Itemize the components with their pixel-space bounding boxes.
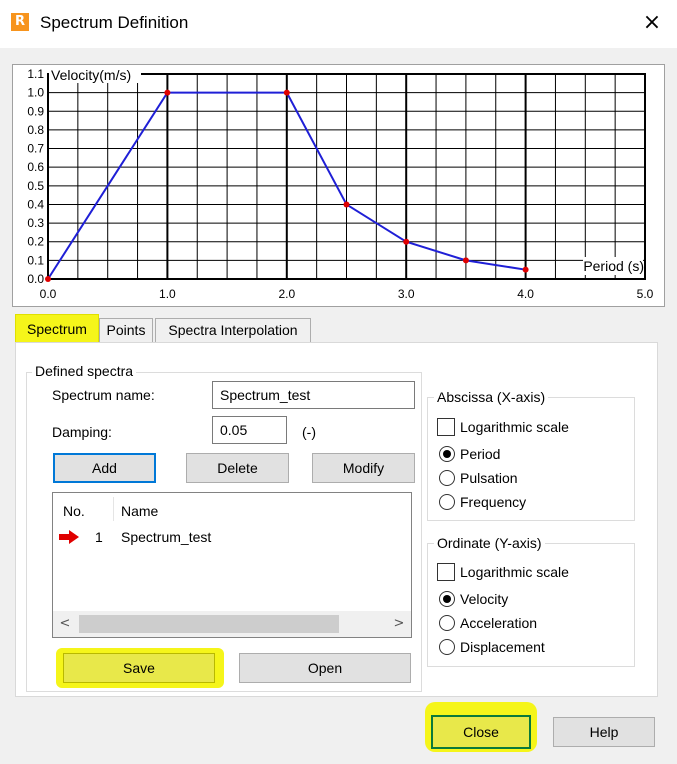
spectrum-chart: 0.0 0.1 0.2 0.3 0.4 0.5 0.6 0.7 0.8 0.9 1.0 1.1 0.0 1…: [12, 64, 665, 307]
app-logo-icon: R: [11, 13, 29, 31]
y-tick-label: 0.1: [27, 253, 44, 267]
data-point: [343, 201, 350, 208]
radio-velocity[interactable]: [439, 591, 455, 607]
abscissa-log-label: Logarithmic scale: [460, 419, 569, 435]
tab-points[interactable]: Points: [99, 318, 153, 342]
table-row[interactable]: 1 Spectrum_test: [53, 525, 411, 549]
delete-button[interactable]: Delete: [186, 453, 289, 483]
abscissa-group: [427, 397, 635, 521]
close-window-icon[interactable]: ×: [640, 9, 664, 37]
open-button[interactable]: Open: [239, 653, 411, 683]
radio-pulsation-label: Pulsation: [460, 470, 518, 486]
data-point: [45, 276, 51, 282]
y-axis-label: Velocity(m/s): [51, 67, 131, 83]
radio-frequency[interactable]: [439, 494, 455, 510]
column-header-no[interactable]: No.: [63, 503, 85, 519]
abscissa-log-checkbox[interactable]: [437, 418, 455, 436]
x-tick-label: 2.0: [278, 287, 295, 301]
row-number: 1: [95, 529, 103, 545]
x-tick-label: 3.0: [398, 287, 415, 301]
data-point: [403, 238, 410, 245]
radio-pulsation[interactable]: [439, 470, 455, 486]
x-tick-label: 1.0: [159, 287, 176, 301]
radio-period-label: Period: [460, 446, 501, 462]
y-tick-label: 0.6: [27, 160, 44, 174]
data-point: [283, 89, 290, 96]
x-tick-label: 5.0: [637, 287, 654, 301]
y-tick-label: 0.4: [27, 197, 44, 211]
y-tick-label: 0.5: [27, 179, 44, 193]
save-button[interactable]: Save: [63, 653, 215, 683]
radio-frequency-label: Frequency: [460, 494, 527, 510]
damping-unit: (-): [302, 424, 316, 440]
y-tick-label: 1.1: [27, 67, 44, 81]
spectrum-name-label: Spectrum name:: [52, 387, 155, 403]
chart-canvas: 0.0 0.1 0.2 0.3 0.4 0.5 0.6 0.7 0.8 0.9 1.0 1.1 0.0 1…: [27, 67, 654, 301]
horizontal-scrollbar[interactable]: < >: [53, 611, 411, 637]
add-button[interactable]: Add: [53, 453, 156, 483]
ordinate-log-label: Logarithmic scale: [460, 564, 569, 580]
y-tick-label: 1.0: [27, 86, 44, 100]
y-tick-label: 0.2: [27, 235, 44, 249]
data-point: [522, 266, 529, 273]
ordinate-title: Ordinate (Y-axis): [434, 535, 545, 551]
y-tick-label: 0.9: [27, 104, 44, 118]
scroll-right-icon[interactable]: >: [389, 614, 409, 634]
close-button[interactable]: Close: [431, 715, 531, 749]
radio-displacement-label: Displacement: [460, 639, 545, 655]
defined-spectra-title: Defined spectra: [32, 363, 137, 379]
y-tick-label: 0.8: [27, 123, 44, 137]
column-divider: [113, 497, 114, 521]
row-name: Spectrum_test: [121, 529, 212, 545]
damping-input[interactable]: 0.05: [212, 416, 287, 444]
data-point: [164, 89, 171, 96]
data-point: [462, 257, 469, 264]
scroll-left-icon[interactable]: <: [55, 614, 75, 634]
selection-arrow-icon: [59, 530, 79, 544]
y-tick-label: 0.7: [27, 142, 44, 156]
damping-label: Damping:: [52, 424, 112, 440]
spectra-list[interactable]: No. Name 1 Spectrum_test < >: [52, 492, 412, 638]
x-tick-label: 0.0: [40, 287, 57, 301]
y-tick-label: 0.3: [27, 216, 44, 230]
spectrum-name-input[interactable]: Spectrum_test: [212, 381, 415, 409]
tab-spectra-interpolation[interactable]: Spectra Interpolation: [155, 318, 311, 342]
scrollbar-thumb[interactable]: [79, 615, 339, 633]
radio-acceleration[interactable]: [439, 615, 455, 631]
y-tick-label: 0.0: [27, 272, 44, 286]
window-title: Spectrum Definition: [40, 13, 189, 32]
tab-spectrum[interactable]: Spectrum: [15, 314, 99, 344]
title-bar: R Spectrum Definition ×: [0, 0, 677, 48]
help-button[interactable]: Help: [553, 717, 655, 747]
x-axis-label: Period (s): [583, 258, 644, 274]
radio-displacement[interactable]: [439, 639, 455, 655]
ordinate-log-checkbox[interactable]: [437, 563, 455, 581]
radio-period[interactable]: [439, 446, 455, 462]
radio-acceleration-label: Acceleration: [460, 615, 538, 631]
x-tick-label: 4.0: [517, 287, 534, 301]
radio-velocity-label: Velocity: [460, 591, 509, 607]
abscissa-title: Abscissa (X-axis): [434, 389, 549, 405]
column-header-name[interactable]: Name: [121, 503, 158, 519]
modify-button[interactable]: Modify: [312, 453, 415, 483]
